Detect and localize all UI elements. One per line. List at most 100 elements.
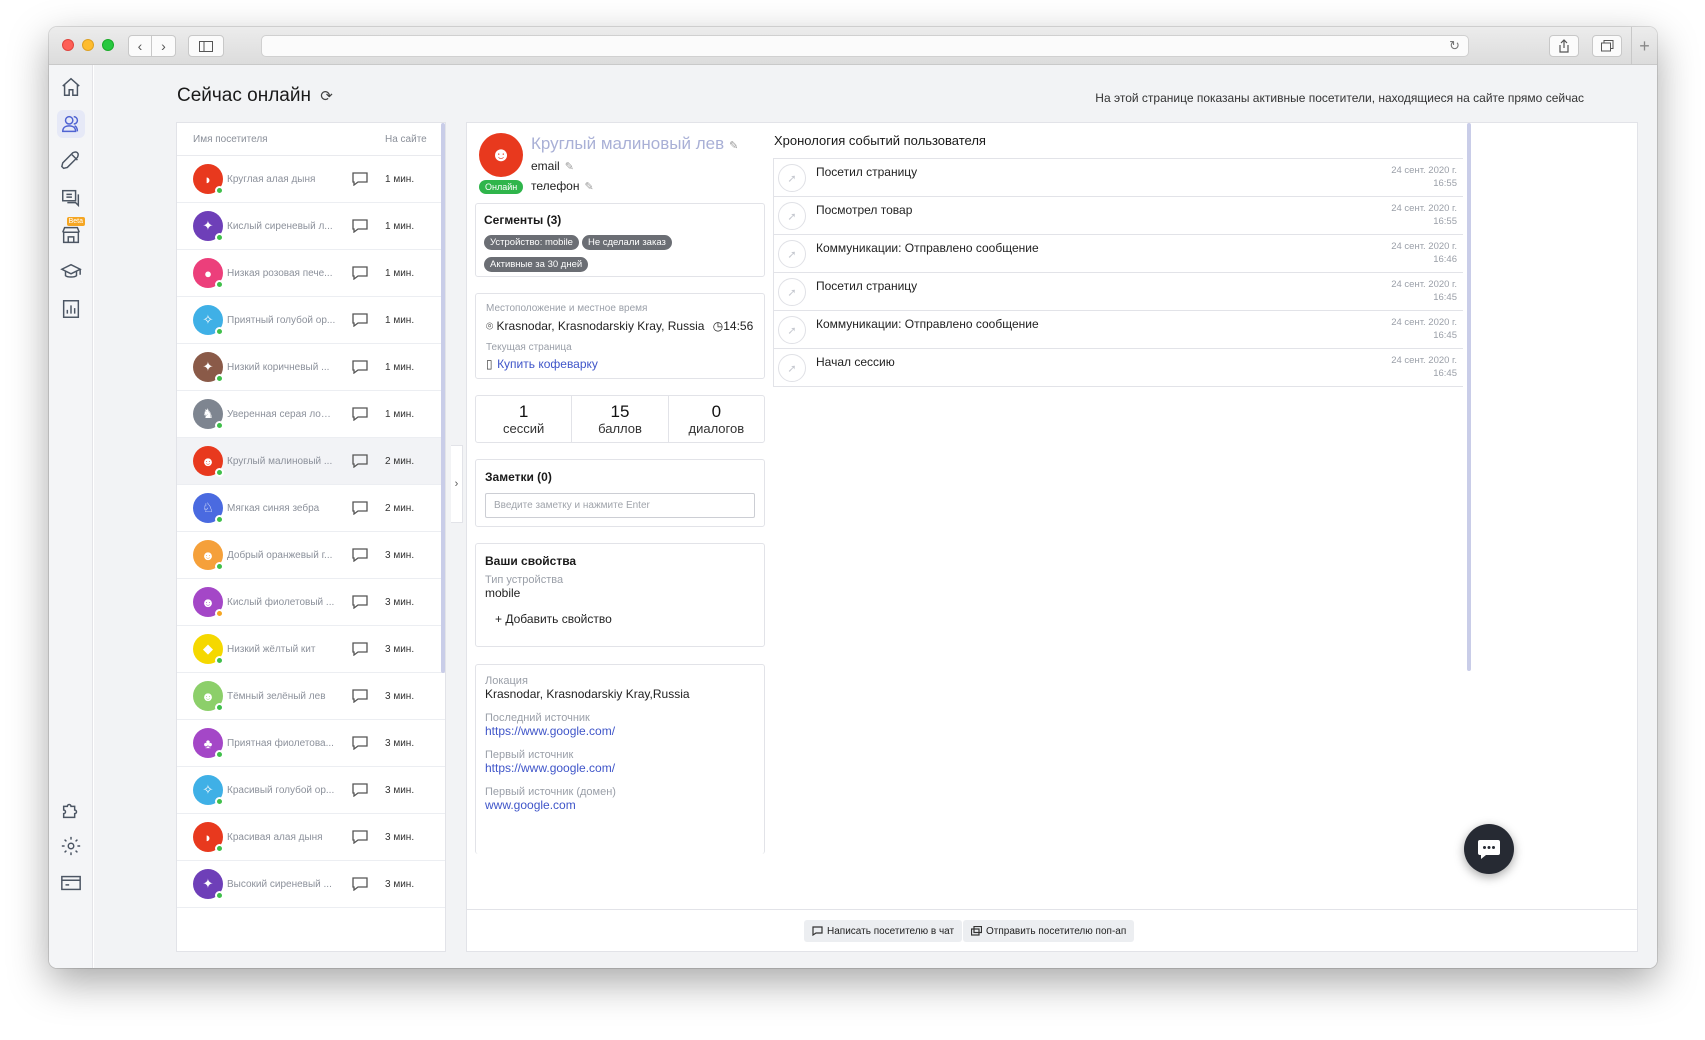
first-source-label: Первый источник (485, 749, 574, 761)
visitor-row[interactable]: ♣ Приятная фиолетова... 3 мин. (177, 720, 445, 767)
pin-icon: ⌾ (486, 319, 494, 333)
first-source-link[interactable]: https://www.google.com/ (485, 761, 755, 775)
nav-store[interactable]: Beta (57, 217, 85, 249)
report-icon (62, 300, 80, 318)
visitor-row[interactable]: ✦ Кислый сиреневый л... 1 мин. (177, 203, 445, 250)
write-chat-button[interactable]: Написать посетителю в чат (804, 920, 963, 942)
close-window-button[interactable] (62, 39, 74, 51)
share-button[interactable] (1549, 35, 1579, 57)
minimize-window-button[interactable] (82, 39, 94, 51)
send-popup-button[interactable]: Отправить посетителю поп-ап (963, 920, 1135, 942)
refresh-icon[interactable]: ⟳ (320, 88, 333, 105)
open-chat-button[interactable] (352, 172, 368, 187)
open-chat-button[interactable] (352, 313, 368, 328)
segments-tags: Устройство: mobile Не сделали заказ Активн… (484, 232, 756, 276)
nav-reports[interactable] (57, 295, 85, 323)
visitor-row[interactable]: ☻ Тёмный зелёный лев 3 мин. (177, 673, 445, 720)
status-dot (215, 750, 224, 759)
visitor-row[interactable]: ☻ Добрый оранжевый г... 3 мин. (177, 532, 445, 579)
edit-name-pencil-icon[interactable]: ✎ (729, 140, 738, 152)
visitor-list-scrollbar[interactable] (441, 123, 445, 673)
visitor-row[interactable]: ☻ Круглый малиновый ... 2 мин. (177, 438, 445, 485)
event-text: Посетил страницу (816, 165, 918, 179)
visitor-row[interactable]: ☻ Кислый фиолетовый ... 3 мин. (177, 579, 445, 626)
visitor-name: Тёмный зелёный лев (227, 690, 326, 702)
edit-phone-pencil-icon[interactable]: ✎ (585, 181, 594, 193)
new-tab-button[interactable]: + (1631, 27, 1657, 65)
support-chat-button[interactable] (1464, 824, 1514, 874)
avatar-glyph: ✧ (202, 312, 214, 327)
first-source-domain-link[interactable]: www.google.com (485, 798, 755, 812)
visitor-row[interactable]: ✧ Приятный голубой ор... 1 мин. (177, 297, 445, 344)
visitor-row[interactable]: ◗ Красивая алая дыня 3 мин. (177, 814, 445, 861)
timeline-event[interactable]: ➚ Коммуникации: Отправлено сообщение 24 се… (774, 235, 1463, 273)
segment-tag[interactable]: Не сделали заказ (581, 235, 672, 250)
reload-icon[interactable]: ↻ (1449, 38, 1460, 54)
visitor-avatar: ♣ (193, 728, 224, 759)
open-chat-button[interactable] (352, 407, 368, 422)
open-chat-button[interactable] (352, 689, 368, 704)
open-chat-button[interactable] (352, 266, 368, 281)
nav-campaigns[interactable] (57, 147, 85, 175)
visitor-name: Приятный голубой ор... (227, 314, 336, 326)
maximize-window-button[interactable] (102, 39, 114, 51)
chat-bubble-icon (352, 736, 368, 751)
plus-icon: + (1639, 35, 1650, 56)
open-chat-button[interactable] (352, 595, 368, 610)
collapse-panel-button[interactable]: › (451, 445, 463, 523)
visitor-row[interactable]: ◗ Круглая алая дыня 1 мин. (177, 156, 445, 203)
visitor-row[interactable]: ♘ Мягкая синяя зебра 2 мин. (177, 485, 445, 532)
back-button[interactable]: ‹ (128, 35, 152, 57)
open-chat-button[interactable] (352, 501, 368, 516)
visitor-name: Высокий сиреневый ... (227, 878, 332, 890)
last-source-link[interactable]: https://www.google.com/ (485, 724, 755, 738)
timeline-event[interactable]: ➚ Посмотрел товар 24 сент. 2020 г. 16:55 (774, 197, 1463, 235)
open-chat-button[interactable] (352, 548, 368, 563)
nav-billing[interactable] (57, 869, 85, 897)
timeline-event[interactable]: ➚ Посетил страницу 24 сент. 2020 г. 16:45 (774, 273, 1463, 311)
open-chat-button[interactable] (352, 219, 368, 234)
visitor-row[interactable]: ● Низкая розовая пече... 1 мин. (177, 250, 445, 297)
open-chat-button[interactable] (352, 783, 368, 798)
open-chat-button[interactable] (352, 642, 368, 657)
add-property-button[interactable]: + Добавить свойство (495, 612, 755, 626)
segment-tag[interactable]: Активные за 30 дней (484, 257, 589, 272)
nav-home[interactable] (57, 73, 85, 101)
clock-icon: ◷ (712, 319, 724, 333)
page-description: На этой странице показаны активные посет… (1095, 91, 1584, 105)
open-chat-button[interactable] (352, 830, 368, 845)
current-page-link[interactable]: Купить кофеварку (497, 357, 598, 371)
note-input[interactable]: Введите заметку и нажмите Enter (485, 493, 755, 518)
column-header-time[interactable]: На сайте (385, 134, 427, 145)
nav-conversations[interactable] (57, 184, 85, 212)
visitor-row[interactable]: ✧ Красивый голубой ор... 3 мин. (177, 767, 445, 814)
nav-academy[interactable] (57, 258, 85, 286)
visitor-row[interactable]: ◆ Низкий жёлтый кит 3 мин. (177, 626, 445, 673)
status-dot (215, 421, 224, 430)
nav-settings[interactable] (57, 832, 85, 860)
nav-users[interactable] (57, 110, 85, 138)
sources-card: Локация Krasnodar, Krasnodarskiy Kray,Ru… (475, 664, 765, 854)
visitor-row[interactable]: ✦ Низкий коричневый ... 1 мин. (177, 344, 445, 391)
visitor-row[interactable]: ✦ Высокий сиреневый ... 3 мин. (177, 861, 445, 908)
event-date-time: 16:55 (1433, 178, 1457, 189)
open-chat-button[interactable] (352, 877, 368, 892)
chat-bubble-icon (352, 454, 368, 469)
edit-email-pencil-icon[interactable]: ✎ (565, 161, 574, 173)
timeline-event[interactable]: ➚ Посетил страницу 24 сент. 2020 г. 16:55 (774, 159, 1463, 197)
column-header-name[interactable]: Имя посетителя (193, 134, 385, 145)
open-chat-button[interactable] (352, 736, 368, 751)
forward-button[interactable]: › (152, 35, 176, 57)
nav-integrations[interactable] (57, 796, 85, 824)
open-chat-button[interactable] (352, 454, 368, 469)
status-dot (215, 233, 224, 242)
timeline-scrollbar[interactable] (1467, 123, 1471, 671)
timeline-event[interactable]: ➚ Начал сессию 24 сент. 2020 г. 16:45 (774, 349, 1463, 387)
segment-tag[interactable]: Устройство: mobile (484, 235, 579, 250)
timeline-event[interactable]: ➚ Коммуникации: Отправлено сообщение 24 се… (774, 311, 1463, 349)
address-bar[interactable]: ↻ (261, 35, 1469, 57)
open-chat-button[interactable] (352, 360, 368, 375)
tabs-overview-button[interactable] (1592, 35, 1622, 57)
visitor-row[interactable]: ♞ Уверенная серая лош... 1 мин. (177, 391, 445, 438)
sidebar-toggle-button[interactable] (188, 35, 224, 57)
